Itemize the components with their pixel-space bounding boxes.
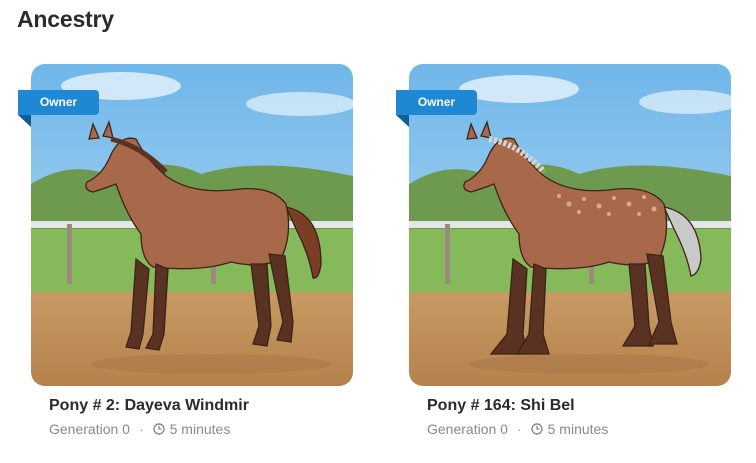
owner-badge-label: Owner: [18, 90, 99, 115]
owner-badge: Owner: [396, 90, 477, 127]
time-text: 5 minutes: [169, 421, 231, 437]
separator-dot: ·: [138, 421, 144, 437]
generation-text: Generation 0: [49, 421, 130, 437]
pony-name[interactable]: Pony # 164: Shi Bel: [427, 397, 575, 415]
pony-meta: Generation 0 · 5 minutes: [49, 421, 230, 437]
generation-text: Generation 0: [427, 421, 508, 437]
section-title: Ancestry: [17, 6, 114, 32]
owner-badge-label: Owner: [396, 90, 477, 115]
owner-badge: Owner: [18, 90, 99, 127]
time-text: 5 minutes: [547, 421, 609, 437]
clock-icon: [530, 423, 543, 435]
separator-dot: ·: [516, 421, 522, 437]
owner-badge-fold: [396, 115, 409, 127]
clock-icon: [152, 423, 165, 435]
owner-badge-fold: [18, 115, 31, 127]
pony-card[interactable]: Owner Pony # 2: Dayeva Windmir Generatio…: [18, 64, 355, 437]
pony-card[interactable]: Owner Pony # 164: Shi Bel Generation 0 ·…: [396, 64, 733, 437]
pony-meta: Generation 0 · 5 minutes: [427, 421, 608, 437]
pony-name[interactable]: Pony # 2: Dayeva Windmir: [49, 397, 249, 415]
